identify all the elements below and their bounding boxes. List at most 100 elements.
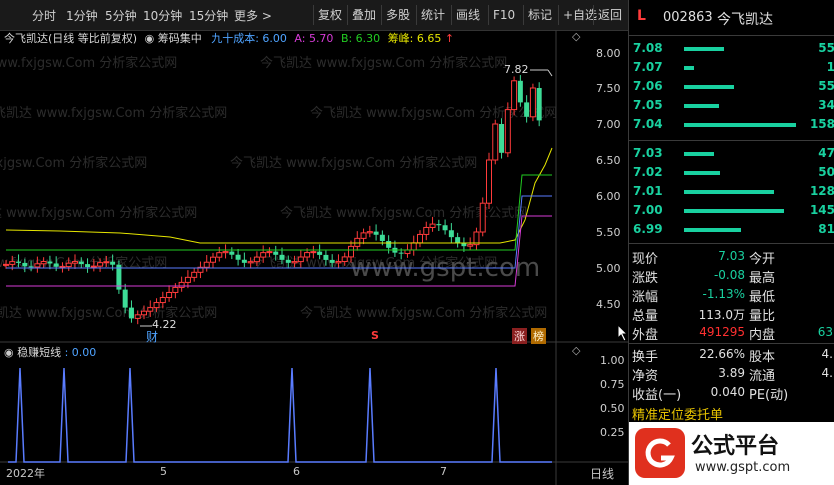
candle-body: [78, 261, 84, 265]
candle-body: [398, 252, 404, 254]
sub-tick: 0.75: [600, 378, 625, 391]
candle-body: [448, 230, 454, 238]
candle-body: [436, 224, 442, 226]
candle-body: [504, 109, 511, 154]
stat-label: PE(动): [749, 388, 789, 403]
zhang-badge[interactable]: 涨: [512, 328, 527, 344]
candle-body: [3, 263, 9, 266]
bid-vol: 128: [809, 184, 834, 198]
sub-tick: 0.25: [600, 426, 625, 439]
logo-url: www.gspt.com: [695, 460, 791, 475]
candle-body: [423, 226, 430, 235]
stat-label: 外盘: [632, 328, 659, 343]
candle-body: [153, 302, 160, 309]
candle-body: [85, 264, 91, 268]
bid-vol: 50: [818, 165, 834, 179]
ask-bar: [684, 66, 694, 70]
logo-text: 公式平台: [691, 434, 780, 459]
sub-chart-header: ◉ 稳赚短线 : 0.00: [4, 344, 96, 360]
stat-label: 换手: [632, 350, 659, 365]
stat-label: 收益(一): [632, 388, 682, 403]
stat-value: 4.: [821, 366, 833, 380]
bid-price: 7.00: [633, 203, 663, 217]
price-tick: 7.50: [596, 82, 621, 95]
sub-indicator-icon[interactable]: ◉: [4, 346, 14, 359]
candle-body: [122, 289, 128, 308]
ask-vol: 34: [818, 98, 834, 112]
candle-body: [53, 263, 59, 267]
candle-body: [134, 314, 141, 319]
candle-body: [329, 259, 335, 263]
sub-tick: 0.50: [600, 402, 625, 415]
stat-label: 量比: [749, 309, 776, 324]
sub-indicator-name[interactable]: 稳赚短线: [17, 346, 61, 359]
candle-body: [159, 297, 166, 304]
candle-body: [59, 266, 66, 269]
candle-body: [467, 244, 474, 247]
bid-bar: [684, 209, 784, 213]
stock-name: 今飞凯达: [717, 12, 773, 28]
l-badge[interactable]: L: [637, 8, 646, 24]
ask-bar: [684, 123, 796, 127]
logo-g-icon: [635, 428, 685, 478]
price-chart[interactable]: [0, 0, 628, 485]
stat-label: 涨跌: [632, 271, 659, 286]
candle-body: [40, 261, 47, 265]
price-tick: 5.00: [596, 262, 621, 275]
s-marker[interactable]: S: [371, 329, 379, 342]
price-tick: 6.00: [596, 190, 621, 203]
price-tick: 6.50: [596, 154, 621, 167]
candle-body: [253, 256, 260, 263]
ask-vol: 158: [809, 117, 834, 131]
candle-body: [442, 225, 448, 231]
time-tick: 2022年: [6, 467, 45, 480]
time-tick: 5: [160, 465, 167, 478]
bid-vol: 47: [818, 146, 834, 160]
period-label[interactable]: 日线: [590, 465, 614, 482]
candle-body: [229, 251, 235, 255]
stock-code: 002863: [663, 10, 713, 25]
candle-body: [34, 263, 41, 268]
candle-body: [335, 261, 342, 264]
stat-label: 涨幅: [632, 290, 659, 305]
ask-bar: [684, 47, 724, 51]
ask-vol: 55: [818, 41, 834, 55]
candle-body: [348, 245, 354, 258]
quote-header: L 002863 今飞凯达: [629, 0, 834, 36]
stat-value: 113.0万: [698, 308, 745, 322]
candle-body: [486, 159, 492, 204]
candle-body: [97, 262, 104, 267]
stat-value: 491295: [699, 325, 745, 339]
ask-vol: 55: [818, 79, 834, 93]
price-tick: 5.50: [596, 226, 621, 239]
candle-body: [203, 261, 210, 268]
sub-diamond-icon[interactable]: ◇: [572, 344, 580, 357]
time-tick: 6: [293, 465, 300, 478]
cai-marker[interactable]: 财: [146, 328, 158, 345]
line-magenta: [6, 215, 552, 287]
stat-label: 最高: [749, 271, 776, 286]
candle-body: [141, 310, 147, 316]
ask-price: 7.05: [633, 98, 663, 112]
stat-value: 63: [817, 325, 833, 339]
sub-indicator-value: : 0.00: [64, 346, 97, 359]
price-tick: 4.50: [596, 298, 621, 311]
candle-body: [22, 262, 28, 267]
bid-price: 7.02: [633, 165, 663, 179]
candle-body: [360, 232, 367, 239]
divider: [629, 243, 834, 244]
stat-label: 净资: [632, 369, 659, 384]
candle-body: [178, 281, 185, 288]
promo-link[interactable]: 精准定位委托单: [632, 404, 723, 423]
stat-label: 股本: [749, 350, 776, 365]
bang-badge[interactable]: 榜: [531, 328, 546, 344]
ask-price: 7.07: [633, 60, 663, 74]
candle-body: [110, 261, 116, 265]
divider: [629, 140, 834, 141]
candle-body: [166, 291, 173, 299]
stat-value: -1.13%: [702, 287, 745, 301]
bid-bar: [684, 190, 774, 194]
bid-vol: 145: [809, 203, 834, 217]
candle-body: [247, 261, 254, 264]
ma-yellow-line: [5, 147, 553, 244]
